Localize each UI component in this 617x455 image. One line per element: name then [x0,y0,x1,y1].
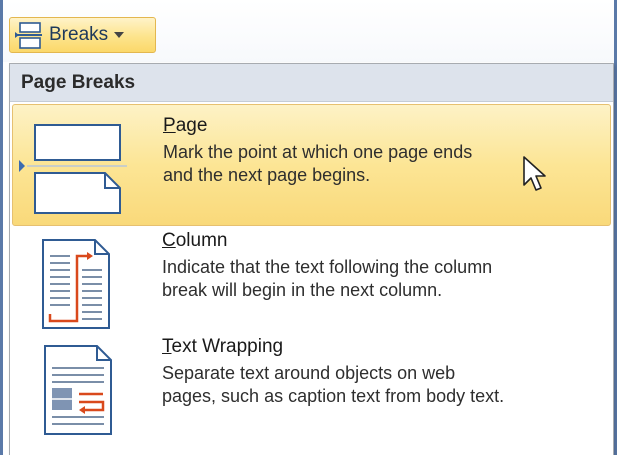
menu-item-column-description: Indicate that the text following the col… [162,256,607,302]
menu-item-page-accelerator: P [163,115,176,136]
menu-item-text-wrapping-description-line: Separate text around objects on web [162,363,456,383]
menu-section-header: Page Breaks [10,64,613,102]
menu-item-column-description-line: Indicate that the text following the col… [162,257,493,277]
menu-item-column-description-line: break will begin in the next column. [162,280,443,300]
breaks-dropdown-menu: Page Breaks Page Mark the point at which… [9,63,614,455]
chevron-down-icon [114,32,125,38]
menu-item-page-title-rest: age [175,115,208,136]
menu-item-column-accelerator: C [162,230,176,251]
menu-item-page-title: Page [163,115,207,137]
menu-item-text-wrapping[interactable]: Text Wrapping Separate text around objec… [12,334,611,454]
breaks-button[interactable]: Breaks [9,17,156,53]
menu-item-text-wrapping-accelerator: T [162,336,172,357]
page-break-icon [19,124,127,214]
page-breaks-icon [15,22,42,49]
menu-item-column-title-rest: olumn [175,230,228,251]
mouse-cursor-icon [523,156,546,191]
column-break-icon [42,239,110,329]
menu-item-text-wrapping-description: Separate text around objects on web page… [162,362,607,408]
menu-item-column-title: Column [162,230,227,252]
text-wrapping-break-icon [44,345,112,435]
breaks-button-label: Breaks [49,24,109,45]
menu-item-text-wrapping-title: Text Wrapping [162,336,283,358]
menu-item-text-wrapping-description-line: pages, such as caption text from body te… [162,386,505,406]
menu-item-text-wrapping-title-rest: ext Wrapping [171,336,284,357]
menu-item-column[interactable]: Column Indicate that the text following … [12,228,611,330]
